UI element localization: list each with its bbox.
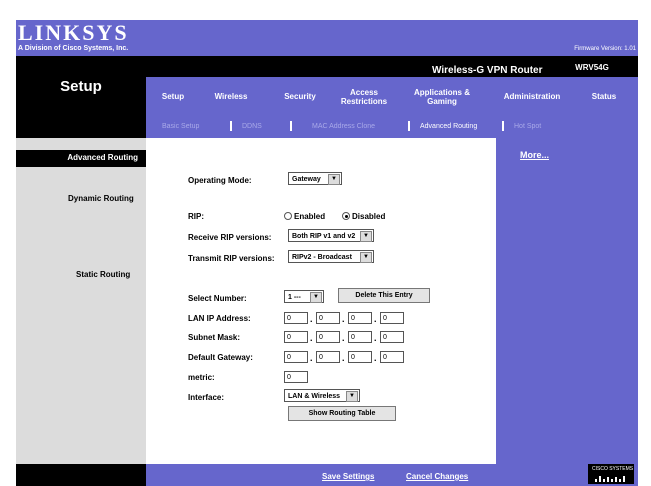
metric-input[interactable]: 0	[284, 371, 308, 383]
ip-dot: .	[342, 353, 345, 363]
subtab-basic-setup[interactable]: Basic Setup	[162, 123, 199, 130]
select-value: LAN & Wireless	[288, 393, 341, 400]
tab-security[interactable]: Security	[278, 92, 322, 101]
save-settings-button[interactable]: Save Settings	[322, 472, 374, 481]
lan-ip-octet-3[interactable]: 0	[348, 312, 372, 324]
tab-label: Applications & Gaming	[413, 88, 470, 106]
left-panel	[16, 138, 146, 464]
default-gateway-label: Default Gateway:	[188, 353, 253, 362]
tab-wireless[interactable]: Wireless	[206, 92, 256, 101]
receive-rip-label: Receive RIP versions:	[188, 233, 272, 242]
subnet-octet-2[interactable]: 0	[316, 331, 340, 343]
logo-tagline: A Division of Cisco Systems, Inc.	[18, 45, 129, 52]
help-panel	[496, 138, 638, 486]
show-routing-table-button[interactable]: Show Routing Table	[288, 406, 396, 421]
tab-label: Status	[591, 92, 617, 101]
tab-label: Setup	[161, 92, 185, 101]
static-routing-label: Static Routing	[76, 270, 131, 279]
cancel-changes-button[interactable]: Cancel Changes	[406, 472, 468, 481]
chevron-down-icon: ▼	[310, 292, 322, 303]
transmit-rip-label: Transmit RIP versions:	[188, 254, 275, 263]
rip-disabled-radio[interactable]	[342, 212, 350, 220]
gateway-octet-2[interactable]: 0	[316, 351, 340, 363]
cisco-bars-icon	[595, 476, 625, 482]
gateway-octet-4[interactable]: 0	[380, 351, 404, 363]
tab-administration[interactable]: Administration	[494, 92, 570, 101]
dynamic-routing-label: Dynamic Routing	[68, 194, 134, 203]
product-name: Wireless-G VPN Router	[432, 65, 543, 76]
operating-mode-select[interactable]: Gateway ▼	[288, 172, 342, 185]
select-value: Both RIP v1 and v2	[292, 233, 356, 240]
tab-label: Wireless	[214, 92, 248, 101]
delete-entry-button[interactable]: Delete This Entry	[338, 288, 430, 303]
tab-access-restrictions[interactable]: Access Restrictions	[334, 88, 394, 106]
metric-label: metric:	[188, 373, 215, 382]
subtab-separator	[502, 121, 504, 131]
ip-dot: .	[374, 353, 377, 363]
select-number-select[interactable]: 1 --- ▼	[284, 290, 324, 303]
operating-mode-label: Operating Mode:	[188, 176, 252, 185]
select-value: 1 ---	[288, 294, 301, 301]
left-header-block	[16, 56, 146, 138]
chevron-down-icon: ▼	[346, 391, 358, 402]
ip-dot: .	[374, 333, 377, 343]
rip-label: RIP:	[188, 212, 204, 221]
ip-dot: .	[374, 314, 377, 324]
lan-ip-octet-1[interactable]: 0	[284, 312, 308, 324]
tab-status[interactable]: Status	[584, 92, 624, 101]
subnet-mask-label: Subnet Mask:	[188, 333, 241, 342]
left-heading-bar: Advanced Routing	[16, 150, 146, 167]
interface-label: Interface:	[188, 393, 225, 402]
lan-ip-octet-2[interactable]: 0	[316, 312, 340, 324]
tab-applications-gaming[interactable]: Applications & Gaming	[404, 88, 480, 106]
subtab-advanced-routing[interactable]: Advanced Routing	[420, 123, 477, 130]
tab-label: Access Restrictions	[340, 88, 388, 106]
select-number-label: Select Number:	[188, 294, 247, 303]
rip-enabled-radio[interactable]	[284, 212, 292, 220]
model-number: WRV54G	[562, 60, 622, 76]
ip-dot: .	[342, 314, 345, 324]
rip-disabled-label: Disabled	[352, 212, 386, 221]
ip-dot: .	[310, 353, 313, 363]
tab-setup[interactable]: Setup	[156, 92, 190, 101]
subnet-octet-1[interactable]: 0	[284, 331, 308, 343]
rip-enabled-label: Enabled	[294, 212, 326, 221]
subnet-octet-4[interactable]: 0	[380, 331, 404, 343]
ip-dot: .	[310, 314, 313, 324]
subnet-octet-3[interactable]: 0	[348, 331, 372, 343]
chevron-down-icon: ▼	[360, 231, 372, 242]
select-value: RIPv2 - Broadcast	[292, 254, 352, 261]
linksys-logo: LINKSYS A Division of Cisco Systems, Inc…	[18, 22, 129, 53]
subtab-separator	[230, 121, 232, 131]
more-help-link[interactable]: More...	[520, 150, 549, 160]
transmit-rip-select[interactable]: RIPv2 - Broadcast ▼	[288, 250, 374, 263]
subtab-mac-address-clone[interactable]: MAC Address Clone	[312, 123, 375, 130]
gateway-octet-3[interactable]: 0	[348, 351, 372, 363]
section-heading: Advanced Routing	[67, 153, 138, 162]
tab-label: Administration	[503, 92, 561, 101]
ip-dot: .	[342, 333, 345, 343]
ip-dot: .	[310, 333, 313, 343]
sub-tabs	[146, 117, 638, 138]
cisco-logo-text: CISCO SYSTEMS	[592, 466, 634, 472]
firmware-version: Firmware Version: 1.01	[574, 46, 636, 52]
lan-ip-label: LAN IP Address:	[188, 314, 251, 323]
gateway-octet-1[interactable]: 0	[284, 351, 308, 363]
subtab-hot-spot[interactable]: Hot Spot	[514, 123, 541, 130]
subtab-separator	[290, 121, 292, 131]
receive-rip-select[interactable]: Both RIP v1 and v2 ▼	[288, 229, 374, 242]
select-value: Gateway	[292, 176, 321, 183]
brand-bar: LINKSYS A Division of Cisco Systems, Inc…	[16, 20, 638, 56]
logo-text: LINKSYS	[18, 20, 129, 45]
subtab-separator	[408, 121, 410, 131]
interface-select[interactable]: LAN & Wireless ▼	[284, 389, 360, 402]
chevron-down-icon: ▼	[360, 252, 372, 263]
subtab-ddns[interactable]: DDNS	[242, 123, 262, 130]
chevron-down-icon: ▼	[328, 174, 340, 185]
lan-ip-octet-4[interactable]: 0	[380, 312, 404, 324]
router-page: LINKSYS A Division of Cisco Systems, Inc…	[16, 20, 638, 486]
page-title: Setup	[60, 78, 102, 95]
tab-label: Security	[284, 92, 316, 101]
